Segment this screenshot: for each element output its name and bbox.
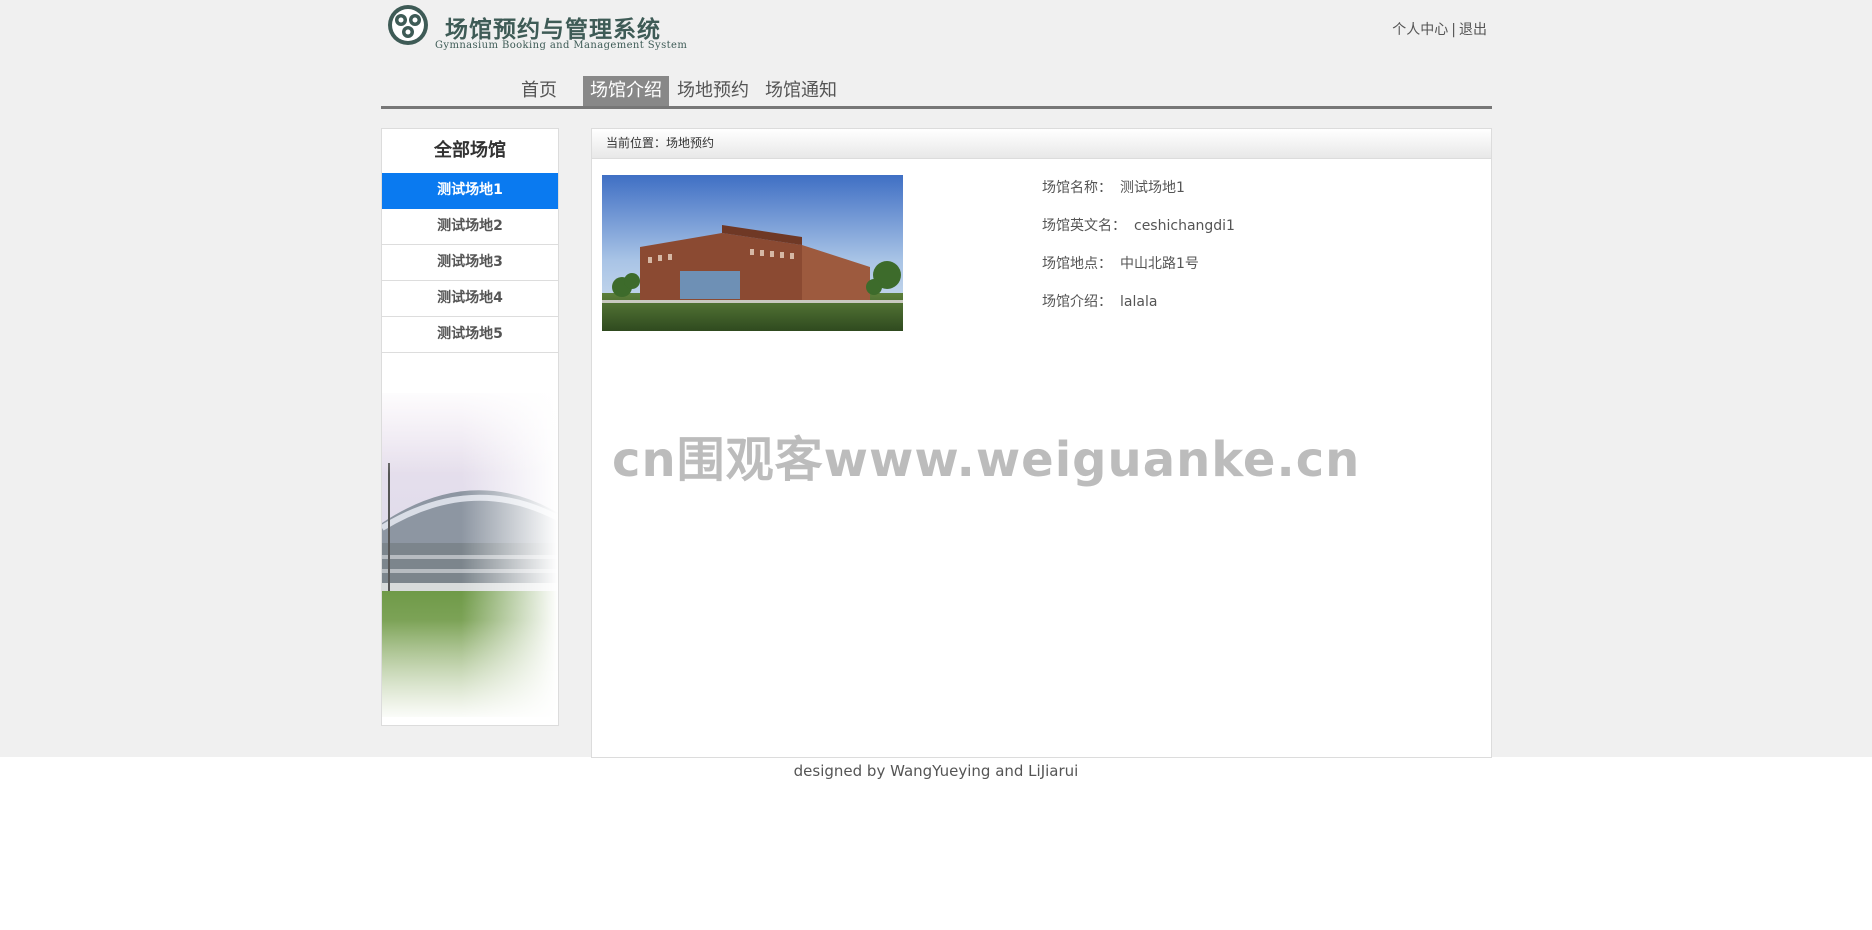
info-row-name: 场馆名称： 测试场地1 [1042,177,1235,215]
info-row-english-name: 场馆英文名： ceshichangdi1 [1042,215,1235,253]
user-center-link[interactable]: 个人中心 [1392,22,1448,38]
stadium-decorative-image [382,393,558,717]
nav-venue-intro[interactable]: 场馆介绍 [583,76,669,106]
info-label: 场馆名称： [1042,180,1112,196]
logout-link[interactable]: 退出 [1459,22,1487,38]
info-value: ceshichangdi1 [1134,218,1235,234]
info-label: 场馆地点： [1042,256,1112,272]
nav-venue-notice[interactable]: 场馆通知 [765,76,837,106]
info-row-location: 场馆地点： 中山北路1号 [1042,253,1235,291]
info-row-description: 场馆介绍： lalala [1042,291,1235,329]
sidebar-item-venue-2[interactable]: 测试场地2 [382,209,558,245]
info-label: 场馆英文名： [1042,218,1126,234]
watermark-text: cn围观客www.weiguanke.cn [612,432,1361,488]
sidebar-item-venue-1[interactable]: 测试场地1 [382,173,558,209]
main-container: 场馆预约与管理系统 Gymnasium Booking and Manageme… [381,0,1492,758]
info-value: 中山北路1号 [1120,256,1199,272]
link-separator: | [1451,22,1456,38]
venue-sidebar: 全部场馆 测试场地1 测试场地2 测试场地3 测试场地4 测试场地5 [381,128,559,726]
sidebar-item-venue-3[interactable]: 测试场地3 [382,245,558,281]
venue-info: 场馆名称： 测试场地1 场馆英文名： ceshichangdi1 场馆地点： 中山北路… [1042,177,1235,329]
sidebar-title: 全部场馆 [434,140,506,161]
info-label: 场馆介绍： [1042,294,1112,310]
sidebar-item-venue-5[interactable]: 测试场地5 [382,317,558,353]
logo-title: 场馆预约与管理系统 [445,17,661,43]
footer-credits: designed by WangYueying and LiJiarui [793,762,1079,780]
breadcrumb: 当前位置：场地预约 [592,129,1491,159]
user-links: 个人中心 | 退出 [1392,19,1487,39]
site-logo[interactable]: 场馆预约与管理系统 Gymnasium Booking and Manageme… [387,4,687,56]
nav-home[interactable]: 首页 [521,76,557,106]
info-value: lalala [1120,294,1158,310]
main-nav: 首页 场馆介绍 场地预约 场馆通知 [381,76,1492,109]
venue-photo [602,175,903,331]
nav-court-booking[interactable]: 场地预约 [677,76,749,106]
info-value: 测试场地1 [1120,180,1185,196]
gymnasium-emblem-icon [388,5,428,45]
sidebar-item-venue-4[interactable]: 测试场地4 [382,281,558,317]
logo-subtitle: Gymnasium Booking and Management System [435,40,688,51]
